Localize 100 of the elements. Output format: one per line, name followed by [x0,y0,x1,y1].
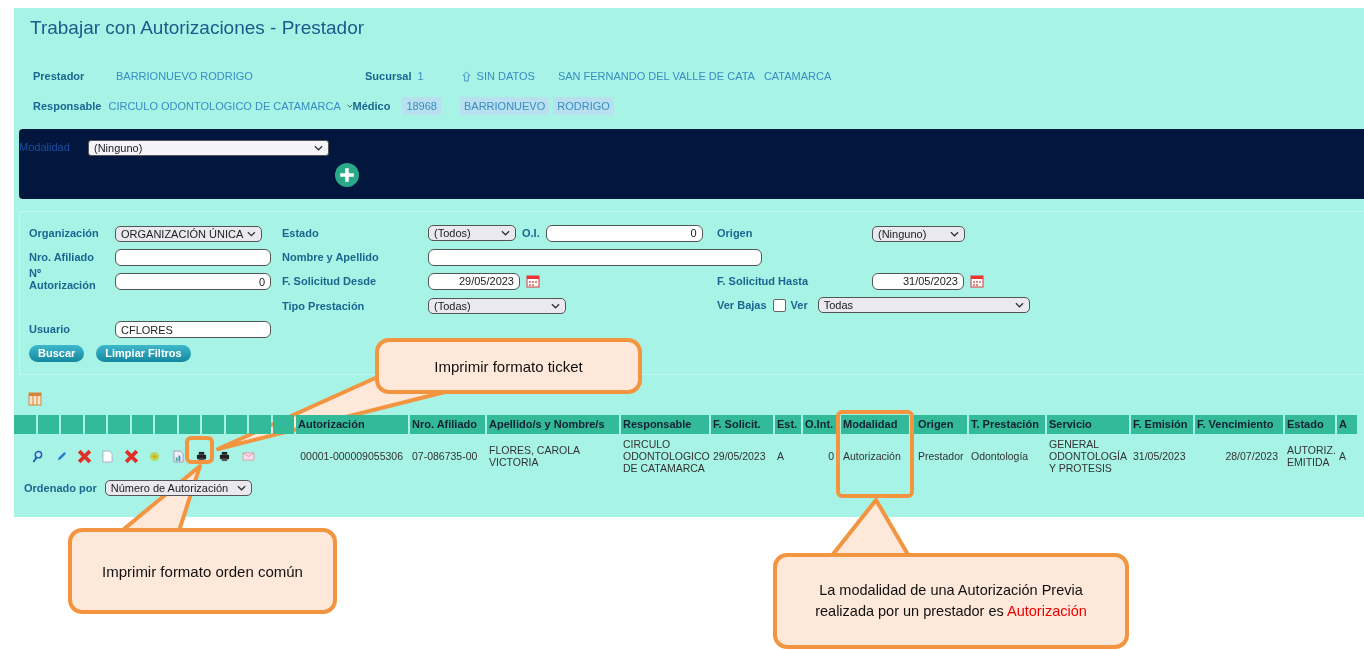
field-label: Estado [282,227,320,239]
caret-icon [236,485,246,491]
field-label: F. Solicitud Desde [282,275,378,287]
columns-icon[interactable] [28,392,42,406]
field-label: Nº Autorización [29,267,97,293]
column-header[interactable]: Estado [1285,415,1335,434]
sort-dropdown[interactable]: Número de Autorización [104,480,252,496]
branch-city: SAN FERNANDO DEL VALLE DE CATA [557,70,755,82]
caret-icon [551,303,560,309]
organization-dropdown[interactable]: ORGANIZACIÓN ÚNICA [115,226,262,242]
column-header[interactable]: O.Int. [803,415,839,434]
caret-icon [247,231,256,237]
status-dropdown[interactable]: (Todos) [428,225,516,241]
origin-dropdown[interactable]: (Ninguno) [872,226,965,242]
column-header[interactable]: A [1337,415,1357,434]
header-cell [155,415,177,434]
field-label: Tipo Prestación [282,300,365,312]
field-label: Prestador [33,70,86,82]
field-label: Nro. Afiliado [29,251,95,263]
header-cell [84,415,106,434]
header-cell [249,415,271,434]
header-cell [272,415,294,434]
service-type-dropdown[interactable]: (Todas) [428,298,566,314]
input-field[interactable]: 0 [115,273,271,291]
column-header[interactable]: F. Emisión [1131,415,1193,434]
input-field[interactable]: 0 [545,224,703,242]
header-cell [37,415,59,434]
printer-icon[interactable] [219,450,231,462]
modality-label: Modalidad [19,141,70,153]
header-cell [108,415,130,434]
branch-number: 1 [417,70,424,82]
table-cell-text: Prestador [917,449,965,464]
column-header[interactable]: F. Solicit. [711,415,773,434]
table-cell-text: GENERAL ODONTOLOGÍA Y PROTESIS [1048,437,1128,476]
column-header[interactable]: Autorización [296,415,408,434]
doctor-name: RODRIGO [553,97,614,115]
highlight-frame [185,436,214,464]
field-label: Ordenado por [24,482,97,494]
table-cell-text: A [1338,449,1347,464]
column-header[interactable]: F. Vencimiento [1195,415,1283,434]
caret-icon [346,103,353,109]
calendar-icon[interactable] [970,274,984,288]
column-header[interactable]: T. Prestación [969,415,1045,434]
field-label: Médico [352,100,391,112]
modality-dropdown[interactable]: (Ninguno) [88,140,329,156]
column-header[interactable]: Origen [911,415,967,434]
field-label: Sucursal [365,70,412,82]
table-cell-text: 07-086735-00 [411,449,479,464]
field-label: O.I. [522,227,540,239]
input-field[interactable]: CFLORES [115,321,271,339]
printer-icon[interactable] [195,450,207,462]
header-cell [131,415,153,434]
table-cell-text: 0 [827,449,835,464]
table-cell-text: FLORES, CAROLA VICTORIA [488,443,581,470]
input-field[interactable]: 31/05/2023 [872,272,964,290]
search-icon[interactable] [32,449,44,463]
table-cell-text: A [776,449,785,464]
field-label: Nombre y Apellido [282,251,380,263]
input-field[interactable]: 29/05/2023 [428,272,520,290]
header-cell [14,415,36,434]
view-dropdown[interactable]: Todas [817,297,1030,313]
table-cell-text: CIRCULO ODONTOLOGICO DE CATAMARCA [622,437,709,476]
delete-icon[interactable] [76,448,92,464]
column-header[interactable]: Nro. Afiliado [410,415,485,434]
column-header[interactable]: Responsable [621,415,709,434]
field-label: Responsable [33,100,102,112]
table-cell-text: Autorización [842,449,902,464]
caret-icon [314,145,323,151]
field-label: Usuario [29,323,71,335]
input-field[interactable] [115,249,271,267]
report-icon[interactable] [172,449,184,463]
delete-icon[interactable] [123,448,139,464]
column-header[interactable]: Modalidad [841,415,909,434]
branch-province: CATAMARCA [763,70,832,82]
table-cell-text: 28/07/2023 [1224,449,1279,464]
page-title: Trabajar con Autorizaciones - Prestador [30,17,366,40]
field-label: Ver [790,299,808,311]
input-field[interactable] [428,249,762,267]
table-cell-text: 31/05/2023 [1132,449,1187,464]
header-cell [61,415,83,434]
up-arrow-icon [461,70,471,82]
field-label: Organización [29,227,100,239]
calendar-icon[interactable] [526,274,540,288]
checkbox[interactable] [772,298,786,312]
table-cell-text: AUTORIZ. EMITIDA [1286,443,1335,470]
pencil-icon[interactable] [55,450,67,462]
branch-status: SIN DATOS [476,70,535,82]
field-label: Ver Bajas [717,299,767,311]
column-header[interactable]: Apellido/s y Nombre/s [487,415,619,434]
table-cell-text: Odontología [970,449,1030,464]
header-cell [202,415,224,434]
header-cell [178,415,200,434]
column-header[interactable]: Servicio [1047,415,1129,434]
field-label: Origen [717,227,754,239]
column-header[interactable]: Est. [775,415,801,434]
doctor-code: 18968 [402,97,441,115]
field-label: F. Solicitud Hasta [717,275,810,287]
add-icon[interactable] [335,163,359,187]
table-cell-text: 29/05/2023 [712,449,767,464]
caret-icon [1014,302,1024,308]
